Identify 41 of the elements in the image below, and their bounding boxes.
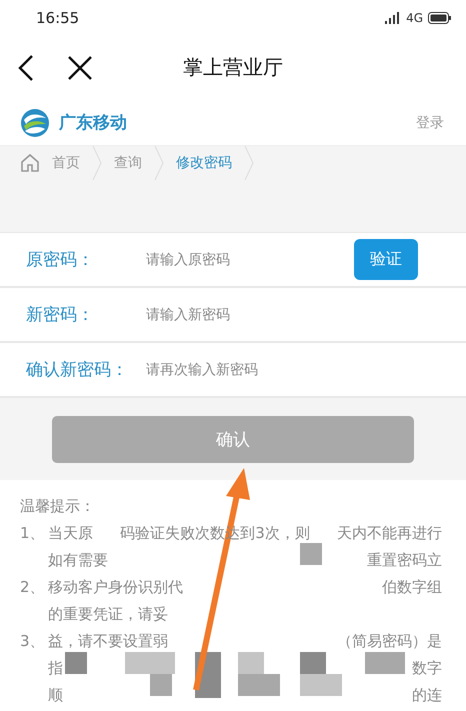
breadcrumb-item[interactable]: 查询 [110,154,146,172]
tip-text: 指 [48,658,63,679]
logo-icon [20,108,50,138]
input-field[interactable]: 请再次输入新密码 [144,360,418,378]
chevron-icon [154,146,164,180]
input-field[interactable]: 请输入原密码 [144,250,354,268]
status-time: 16:55 [36,8,80,26]
field-label: 确认新密码： [26,359,129,381]
tip-number: 2、 [20,577,46,598]
input-field[interactable]: 请输入新密码 [144,306,418,324]
verify-button[interactable]: 验证 [354,239,418,280]
tip-text: 天内不能再进行 [336,523,442,544]
tip-text: 伯数字组 [382,577,442,598]
tip-number: 1、 [20,523,46,544]
tip-text: 的连 [412,685,442,706]
back-icon[interactable] [18,54,34,80]
tip-text: 数字 [412,658,442,679]
network-type: 4G [406,10,423,24]
breadcrumb-item[interactable]: 首页 [48,154,84,172]
tip-text: 顺 [48,685,63,706]
tip-text: 的重要凭证，请妥 [48,604,168,625]
chevron-icon [244,146,254,180]
chevron-icon [92,146,102,180]
brand-name: 广东移动 [59,112,127,134]
tip-text: 重置密码立 [367,550,442,571]
tip-number: 3、 [20,631,46,652]
tips-title: 温馨提示： [20,496,96,517]
tip-text: 移动客户身份识别代 [48,577,183,598]
tip-text: （简易密码）是 [337,631,442,652]
breadcrumb-item[interactable]: 修改密码 [172,154,236,172]
field-label: 原密码： [26,249,95,271]
tip-text: 如有需要 [48,550,108,571]
tip-text: 当天原 [48,523,93,544]
home-icon[interactable] [20,153,40,173]
field-label: 新密码： [26,304,95,326]
page-title: 掌上营业厅 [183,54,283,81]
tip-text: 益，请不要设置弱 [48,631,168,652]
login-link[interactable]: 登录 [416,114,444,132]
signal-icon [385,12,402,24]
close-icon[interactable] [68,56,92,80]
battery-icon [428,12,452,24]
